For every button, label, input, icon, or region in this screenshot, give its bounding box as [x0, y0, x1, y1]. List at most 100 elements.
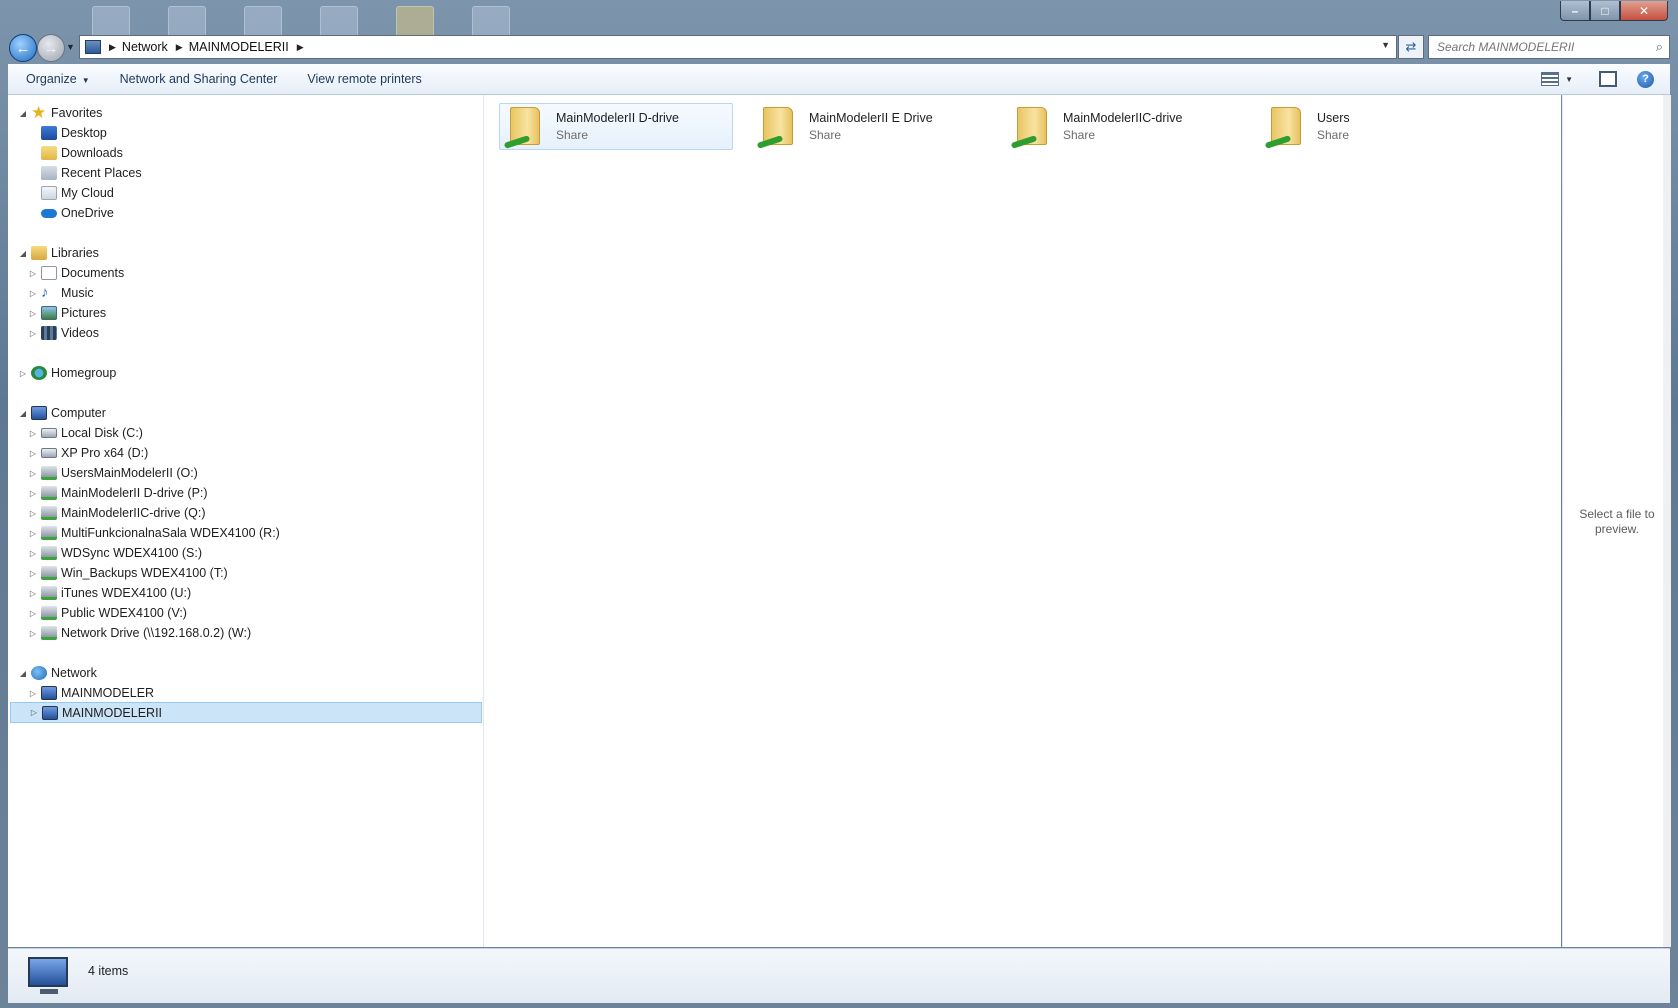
share-item[interactable]: Users Share — [1261, 103, 1495, 150]
change-view-icon[interactable] — [1541, 72, 1560, 86]
hard-drive-icon — [41, 448, 57, 458]
collapsed-arrow-icon[interactable]: ▷ — [28, 269, 38, 278]
collapsed-arrow-icon[interactable]: ▷ — [28, 329, 38, 338]
collapsed-arrow-icon[interactable]: ▷ — [28, 469, 38, 478]
downloads-folder-icon — [41, 146, 57, 160]
collapsed-arrow-icon[interactable]: ▷ — [28, 449, 38, 458]
tree-label: Recent Places — [61, 166, 142, 180]
collapsed-arrow-icon[interactable]: ▷ — [28, 689, 38, 698]
preview-pane-icon[interactable] — [1599, 71, 1617, 87]
breadcrumb-network[interactable]: Network — [122, 40, 168, 54]
tree-item-network-drive[interactable]: ▷ MainModelerIIC-drive (Q:) — [28, 503, 205, 523]
breadcrumb-chevron-icon[interactable]: ▶ — [176, 42, 183, 53]
collapsed-arrow-icon[interactable]: ▷ — [28, 549, 38, 558]
tree-homegroup[interactable]: ▷ Homegroup — [18, 363, 116, 383]
tree-item-videos[interactable]: ▷ Videos — [28, 323, 99, 343]
recent-pages-dropdown[interactable]: ▼ — [66, 42, 75, 52]
collapsed-arrow-icon[interactable]: ▷ — [28, 429, 38, 438]
collapsed-arrow-icon[interactable]: ▷ — [28, 629, 38, 638]
expanded-arrow-icon[interactable]: ◢ — [18, 249, 28, 258]
content-pane[interactable]: MainModelerII D-drive Share MainModelerI… — [484, 95, 1561, 947]
minimize-button[interactable]: – — [1560, 1, 1590, 21]
collapsed-arrow-icon[interactable]: ▷ — [28, 569, 38, 578]
expanded-arrow-icon[interactable]: ◢ — [18, 409, 28, 418]
collapsed-arrow-icon[interactable]: ▷ — [18, 369, 28, 378]
tree-item-network-drive[interactable]: ▷ WDSync WDEX4100 (S:) — [28, 543, 202, 563]
search-box[interactable]: ⌕ — [1428, 35, 1670, 59]
search-icon[interactable]: ⌕ — [1656, 39, 1663, 55]
breadcrumb-chevron-icon[interactable]: ▶ — [109, 42, 116, 53]
view-options-dropdown[interactable]: ▼ — [1565, 75, 1573, 84]
tree-label: MainModelerII D-drive (P:) — [61, 486, 208, 500]
network-drive-icon — [41, 486, 57, 500]
tree-item-downloads[interactable]: Downloads — [28, 143, 123, 163]
refresh-button[interactable]: ⇄ — [1398, 35, 1424, 59]
tree-item-drive[interactable]: ▷ XP Pro x64 (D:) — [28, 443, 148, 463]
collapsed-arrow-icon[interactable]: ▷ — [28, 589, 38, 598]
tree-label: Public WDEX4100 (V:) — [61, 606, 187, 620]
expanded-arrow-icon[interactable]: ◢ — [18, 109, 28, 118]
share-item[interactable]: MainModelerIIC-drive Share — [1007, 103, 1241, 150]
maximize-button[interactable]: □ — [1590, 1, 1620, 21]
share-item[interactable]: MainModelerII D-drive Share — [499, 103, 733, 150]
tree-label: Favorites — [51, 106, 103, 120]
forward-button[interactable]: → — [37, 34, 65, 62]
title-bar[interactable]: – □ ✕ — [0, 0, 1678, 40]
share-item[interactable]: MainModelerII E Drive Share — [753, 103, 987, 150]
view-remote-printers-button[interactable]: View remote printers — [307, 72, 421, 86]
collapsed-arrow-icon[interactable]: ▷ — [28, 529, 38, 538]
close-button[interactable]: ✕ — [1620, 1, 1668, 21]
tree-item-desktop[interactable]: Desktop — [28, 123, 107, 143]
shared-folder-icon — [1264, 105, 1307, 149]
search-input[interactable] — [1435, 39, 1649, 55]
tree-item-music[interactable]: ▷ ♪ Music — [28, 283, 94, 303]
tree-label: OneDrive — [61, 206, 114, 220]
collapsed-arrow-icon[interactable]: ▷ — [28, 509, 38, 518]
breadcrumb-chevron-icon[interactable]: ▶ — [297, 42, 304, 53]
share-type: Share — [556, 128, 589, 142]
tree-label: Videos — [61, 326, 99, 340]
network-sharing-center-button[interactable]: Network and Sharing Center — [120, 72, 278, 86]
tree-network[interactable]: ◢ Network — [18, 663, 97, 683]
tree-computer[interactable]: ◢ Computer — [18, 403, 106, 423]
tree-item-onedrive[interactable]: OneDrive — [28, 203, 114, 223]
tree-label: Local Disk (C:) — [61, 426, 143, 440]
tree-item-my-cloud[interactable]: My Cloud — [28, 183, 114, 203]
back-button[interactable]: ← — [9, 34, 37, 62]
collapsed-arrow-icon[interactable]: ▷ — [28, 309, 38, 318]
breadcrumb-mainmodelerii[interactable]: MAINMODELERII — [189, 40, 289, 54]
collapsed-arrow-icon[interactable]: ▷ — [28, 609, 38, 618]
caption-buttons: – □ ✕ — [1560, 1, 1668, 21]
tree-libraries[interactable]: ◢ Libraries — [18, 243, 99, 263]
tree-label: iTunes WDEX4100 (U:) — [61, 586, 192, 600]
tree-item-network-drive[interactable]: ▷ MainModelerII D-drive (P:) — [28, 483, 208, 503]
tree-item-computer-selected[interactable]: ▷ MAINMODELERII — [10, 702, 482, 723]
share-type: Share — [809, 128, 842, 142]
network-drive-icon — [41, 626, 57, 640]
tree-item-drive[interactable]: ▷ Local Disk (C:) — [28, 423, 143, 443]
organize-button[interactable]: Organize ▼ — [26, 72, 90, 86]
collapsed-arrow-icon[interactable]: ▷ — [29, 708, 39, 717]
onedrive-cloud-icon — [41, 208, 57, 218]
navigation-pane[interactable]: ◢ ★ Favorites Desktop Downloads Recent P… — [8, 95, 484, 947]
network-drive-icon — [41, 466, 57, 480]
tree-item-recent-places[interactable]: Recent Places — [28, 163, 142, 183]
tree-item-network-drive[interactable]: ▷ Public WDEX4100 (V:) — [28, 603, 187, 623]
tree-item-network-drive[interactable]: ▷ MultiFunkcionalnaSala WDEX4100 (R:) — [28, 523, 280, 543]
expanded-arrow-icon[interactable]: ◢ — [18, 669, 28, 678]
collapsed-arrow-icon[interactable]: ▷ — [28, 289, 38, 298]
help-icon[interactable]: ? — [1637, 70, 1654, 88]
tree-item-pictures[interactable]: ▷ Pictures — [28, 303, 106, 323]
tree-item-network-drive[interactable]: ▷ Network Drive (\\192.168.0.2) (W:) — [28, 623, 251, 643]
collapsed-arrow-icon[interactable]: ▷ — [28, 489, 38, 498]
tree-item-network-drive[interactable]: ▷ UsersMainModelerII (O:) — [28, 463, 198, 483]
tree-item-network-drive[interactable]: ▷ Win_Backups WDEX4100 (T:) — [28, 563, 228, 583]
address-history-dropdown[interactable]: ▼ — [1381, 40, 1390, 50]
tree-item-documents[interactable]: ▷ Documents — [28, 263, 124, 283]
tree-favorites[interactable]: ◢ ★ Favorites — [18, 103, 102, 123]
navigation-row: ← → ▼ ▶ Network ▶ MAINMODELERII ▶ ▼ — [0, 32, 1678, 62]
address-bar[interactable]: ▶ Network ▶ MAINMODELERII ▶ ▼ — [79, 35, 1397, 59]
tree-item-network-drive[interactable]: ▷ iTunes WDEX4100 (U:) — [28, 583, 191, 603]
command-bar: Organize ▼ Network and Sharing Center Vie… — [8, 64, 1670, 95]
tree-item-computer[interactable]: ▷ MAINMODELER — [28, 683, 154, 703]
